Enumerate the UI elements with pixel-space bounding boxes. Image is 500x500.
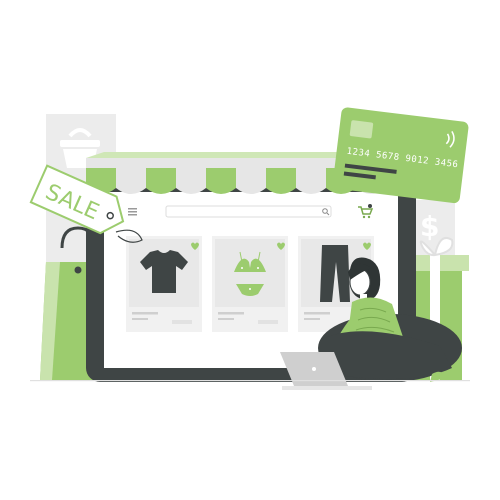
dollar-sign-icon: $ xyxy=(420,210,439,243)
product-card-tshirt[interactable] xyxy=(126,236,202,332)
svg-text:$: $ xyxy=(420,210,439,243)
ecommerce-illustration: $ 1234 5678 9012 3456 SALE xyxy=(29,107,470,390)
credit-card: 1234 5678 9012 3456 xyxy=(332,107,469,204)
menu-icon[interactable] xyxy=(128,208,137,216)
search-bar[interactable] xyxy=(165,205,332,218)
ground-line xyxy=(30,380,470,382)
product-card-bikini[interactable] xyxy=(212,236,288,332)
